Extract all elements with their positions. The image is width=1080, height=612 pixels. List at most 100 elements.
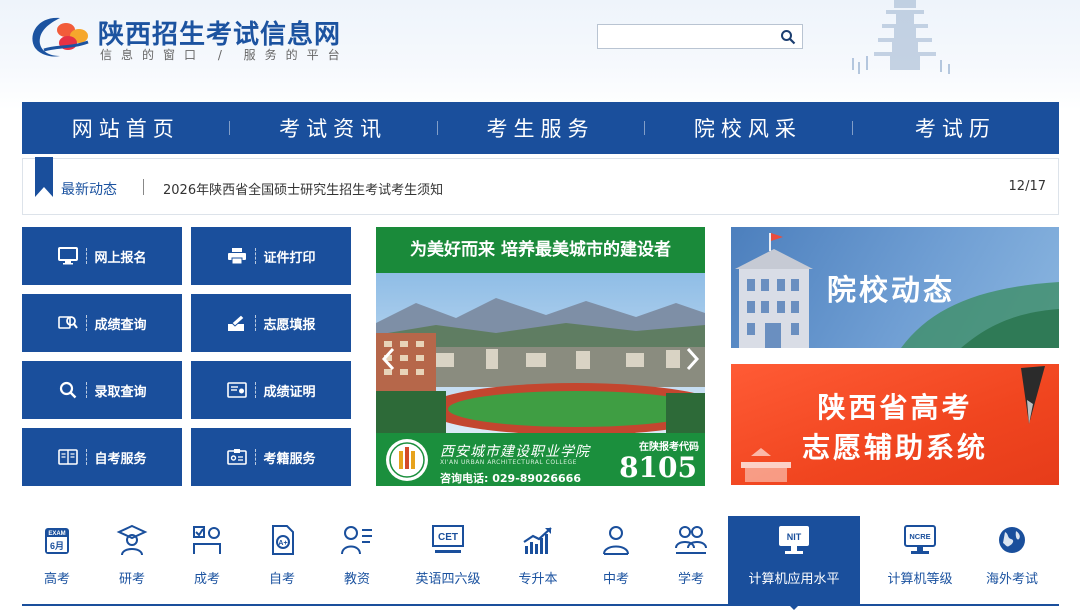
book-icon [57, 446, 79, 468]
category-label: 海外考试 [985, 572, 1038, 587]
cet-icon: CET [432, 525, 464, 553]
category-label: 自考 [268, 572, 295, 587]
quick-link-label: 志愿填报 [263, 317, 316, 333]
carousel-next-icon[interactable] [683, 347, 701, 371]
category-xuekao[interactable]: 学考 [656, 516, 726, 604]
gaokao-volunteer-system-promo[interactable]: 陕西省高考 志愿辅助系统 [731, 364, 1059, 485]
category-teacher-cert[interactable]: 教资 [322, 516, 392, 604]
quick-link-score-query[interactable]: 成绩查询 [22, 294, 182, 352]
quick-link-application-fill[interactable]: 志愿填报 [191, 294, 351, 352]
banner-headline: 为美好而来 培养最美城市的建设者 [376, 227, 705, 273]
pagoda-illustration [852, 0, 950, 74]
category-overseas[interactable]: 海外考试 [977, 516, 1047, 604]
college-news-promo[interactable]: 院校动态 [731, 227, 1059, 348]
category-bar-underline [22, 604, 1059, 606]
search-input[interactable] [598, 25, 773, 48]
quick-link-label: 网上报名 [94, 250, 147, 266]
search-box [597, 24, 803, 49]
quick-link-enrollment-record-service[interactable]: 考籍服务 [191, 428, 351, 486]
globe-icon [999, 527, 1025, 553]
category-postgraduate[interactable]: 研考 [97, 516, 167, 604]
category-label: 英语四六级 [415, 572, 481, 587]
news-date: 12/17 [1008, 179, 1046, 194]
category-label: 高考 [43, 572, 70, 587]
ncre-icon: NCRE [904, 525, 936, 554]
divider [86, 315, 88, 331]
college-banner-carousel[interactable]: 为美好而来 培养最美城市的建设者 西安城市建设职业学院 XI'AN URBAN … [376, 227, 705, 486]
adult-exam-icon [193, 526, 221, 554]
student-icon [603, 526, 629, 555]
teacher-icon [341, 526, 372, 555]
pen-icon [226, 312, 248, 334]
school-emblem [386, 439, 428, 481]
divider [86, 449, 88, 465]
quick-link-score-certificate[interactable]: 成绩证明 [191, 361, 351, 419]
id-card-icon [226, 446, 248, 468]
search-icon[interactable] [780, 29, 796, 45]
svg-text:NCRE: NCRE [909, 532, 930, 541]
nav-home[interactable]: 网站首页 [22, 113, 229, 143]
category-label: 专升本 [518, 572, 558, 587]
nav-student-service[interactable]: 考生服务 [436, 113, 644, 143]
gaokao-promo-line1: 陕西省高考 [817, 391, 973, 424]
category-cet[interactable]: CET 英语四六级 [406, 516, 490, 604]
category-label: 研考 [118, 572, 145, 587]
monitor-icon [57, 245, 79, 267]
category-nit[interactable]: NIT 计算机应用水平 [728, 516, 860, 610]
quick-link-label: 考籍服务 [263, 451, 316, 467]
quick-link-certificate-print[interactable]: 证件打印 [191, 227, 351, 285]
site-logo[interactable] [24, 12, 94, 62]
category-label: 学考 [677, 572, 704, 587]
category-upgrade-bachelor[interactable]: 专升本 [503, 516, 573, 604]
divider [255, 248, 257, 264]
category-label: 教资 [343, 572, 370, 587]
gaokao-promo-line2: 志愿辅助系统 [801, 431, 988, 464]
divider [255, 315, 257, 331]
classmates-icon [675, 526, 707, 554]
self-study-icon: A+ [272, 525, 294, 555]
carousel-prev-icon[interactable] [380, 347, 398, 371]
category-self-study[interactable]: A+ 自考 [247, 516, 317, 604]
quick-link-self-study-service[interactable]: 自考服务 [22, 428, 182, 486]
divider [255, 382, 257, 398]
quick-link-label: 自考服务 [94, 451, 147, 467]
main-nav: 网站首页 考试资讯 考生服务 院校风采 考试历 [22, 102, 1059, 154]
site-slogan: 信息的窗口 / 服务的平台 [100, 48, 349, 62]
banner-footer: 西安城市建设职业学院 XI'AN URBAN ARCHITECTURAL COL… [376, 433, 705, 486]
nit-icon: NIT [779, 526, 809, 554]
banner-school-name: 西安城市建设职业学院 [440, 444, 590, 460]
svg-text:A+: A+ [278, 540, 287, 547]
category-label: 成考 [193, 572, 220, 587]
printer-icon [226, 245, 248, 267]
quick-link-label: 录取查询 [94, 384, 147, 400]
exam-category-bar: EXAM 6月 高考 研考 成考 A+ 自考 教资 CET 英语四六级 专升本 … [22, 516, 1059, 610]
banner-school-english: XI'AN URBAN ARCHITECTURAL COLLEGE [440, 459, 577, 466]
quick-link-admission-query[interactable]: 录取查询 [22, 361, 182, 419]
nav-exam-news[interactable]: 考试资讯 [229, 113, 436, 143]
category-label: 计算机应用水平 [748, 572, 840, 587]
svg-text:EXAM: EXAM [48, 531, 65, 537]
news-tag: 最新动态 [61, 182, 117, 198]
divider [255, 449, 257, 465]
category-zhongkao[interactable]: 中考 [581, 516, 651, 604]
certificate-icon [226, 379, 248, 401]
quick-link-label: 成绩查询 [94, 317, 147, 333]
nav-exam-calendar[interactable]: 考试历 [851, 113, 1059, 143]
banner-code: 8105 [619, 451, 697, 484]
svg-text:CET: CET [438, 532, 458, 543]
category-adult-exam[interactable]: 成考 [172, 516, 242, 604]
banner-phone: 咨询电话: 029-89026666 [440, 472, 581, 485]
upgrade-chart-icon [523, 527, 552, 554]
nav-colleges[interactable]: 院校风采 [644, 113, 851, 143]
bookmark-icon [35, 157, 53, 197]
news-divider [143, 179, 144, 195]
category-label: 计算机等级 [887, 572, 953, 587]
quick-link-label: 成绩证明 [263, 384, 316, 400]
category-ncre[interactable]: NCRE 计算机等级 [878, 516, 962, 604]
news-headline-link[interactable]: 2026年陕西省全国硕士研究生招生考试考生须知 [163, 179, 443, 198]
college-news-title: 院校动态 [827, 273, 956, 307]
quick-link-label: 证件打印 [263, 250, 316, 266]
category-gaokao[interactable]: EXAM 6月 高考 [22, 516, 92, 604]
quick-link-online-registration[interactable]: 网上报名 [22, 227, 182, 285]
graduate-icon [116, 524, 148, 556]
